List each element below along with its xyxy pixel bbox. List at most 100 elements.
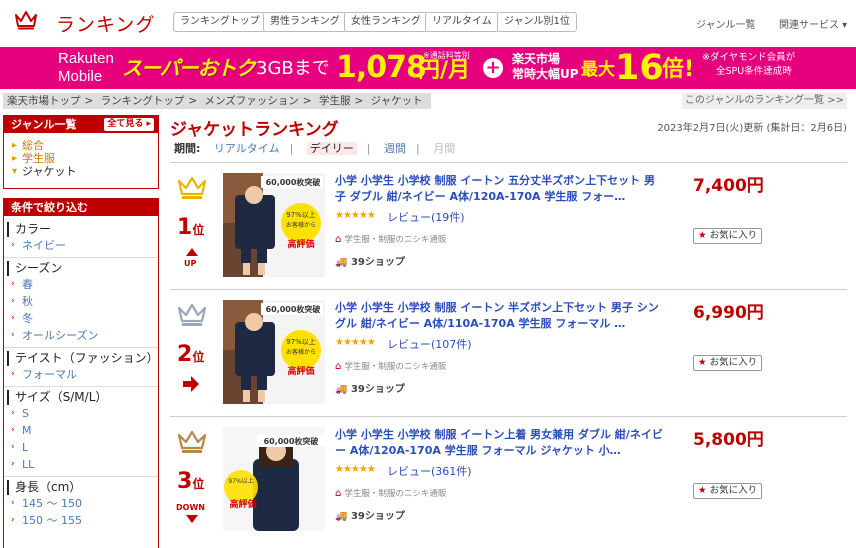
favorite-button[interactable]: ★ お気に入り [693, 355, 763, 371]
svg-text:97%以上: 97%以上 [286, 337, 316, 346]
product-image[interactable]: 97%以上 お客様から 高評価 60,000枚突破 [223, 300, 325, 404]
crumb-rakuten-top[interactable]: 楽天市場トップ [7, 95, 81, 107]
shop-home-icon: ⌂ [335, 488, 342, 499]
review-link[interactable]: レビュー(19件) [387, 209, 465, 225]
price: 6,990円 [693, 303, 764, 323]
filter-option[interactable]: › 春 [4, 276, 158, 293]
filter-option[interactable]: › M [4, 422, 158, 439]
period-daily: デイリー [306, 142, 357, 155]
favorite-button[interactable]: ★ お気に入り [693, 228, 763, 244]
filter-panel-header: 条件で絞り込む [4, 199, 158, 216]
star-rating: ★★★★★ [335, 210, 376, 221]
rank-move: UP [184, 259, 197, 268]
genre-item-school-uniform[interactable]: ▸ 学生服 [4, 152, 158, 165]
product-image[interactable]: 60,000枚突破 97%以上 高評価 [223, 427, 325, 531]
shipping-39shop: 🚚 39ショップ [335, 511, 405, 522]
filter-option[interactable]: › 秋 [4, 293, 158, 310]
arrow-right-icon: › [11, 330, 15, 340]
period-sep: | [366, 142, 371, 155]
review-link[interactable]: レビュー(361件) [387, 463, 472, 479]
period-realtime[interactable]: リアルタイム [214, 142, 280, 155]
filter-title: サイズ（S/M/L） [7, 390, 158, 405]
promo-banner[interactable]: Rakuten Mobile スーパーおトク 3GBまで ※通話料等別 1,07… [0, 47, 856, 89]
crumb-ranking-top[interactable]: ランキングトップ [101, 95, 185, 107]
svg-text:お客様から: お客様から [286, 221, 316, 229]
svg-text:高評価: 高評価 [287, 365, 314, 377]
arrow-right-icon: › [11, 240, 15, 250]
filter-taste: テイスト（ファッション） › フォーマル [4, 347, 159, 383]
filter-option[interactable]: › フォーマル [4, 366, 158, 383]
period-weekly[interactable]: 週間 [384, 142, 406, 155]
tab-genre-first[interactable]: ジャンル別1位 [497, 12, 577, 32]
filter-title: 身長（cm） [7, 480, 158, 495]
star-icon: ★ [698, 485, 707, 496]
ranking-item-3: 3位 DOWN 60,000枚突破 97%以上 高評価 小学 小学生 小学校 制… [170, 417, 847, 537]
tab-ranking-top[interactable]: ランキングトップ [173, 12, 267, 32]
filter-option[interactable]: › オールシーズン [4, 327, 158, 344]
favorite-button[interactable]: ★ お気に入り [693, 483, 763, 499]
related-services-link[interactable]: 関連サービス ▾ [779, 16, 847, 31]
shop-name[interactable]: ⌂ 学生服・制服のニシキ通販 [335, 233, 446, 245]
arrow-right-icon: › [11, 425, 15, 435]
svg-text:高評価: 高評価 [229, 498, 256, 510]
tab-realtime[interactable]: リアルタイム [425, 12, 499, 32]
bullet-down-icon: ▾ [12, 166, 18, 177]
banner-super-otoku: スーパーおトク [122, 56, 256, 80]
period-monthly: 月間 [433, 142, 456, 155]
product-title-link[interactable]: 小学 小学生 小学校 制服 イートン 半ズボン上下セット 男子 シングル 紺/ネ… [335, 300, 665, 332]
banner-bai: 倍! [662, 57, 695, 82]
genre-list-link[interactable]: ジャンル一覧 [696, 16, 756, 31]
shipping-39shop: 🚚 39ショップ [335, 384, 405, 395]
crumb-mens-fashion[interactable]: メンズファッション [205, 95, 299, 107]
arrow-right-icon: › [11, 498, 15, 508]
genre-item-overall[interactable]: ▸ 総合 [4, 139, 158, 152]
see-all-button[interactable]: 全て見る ▸ [104, 118, 154, 131]
crumb-sep: > [188, 95, 198, 107]
product-title-link[interactable]: 小学 小学生 小学校 制服 イートン 五分丈半ズボン上下セット 男子 ダブル 紺… [335, 173, 665, 205]
updated-date: 2023年2月7日(火)更新 (集計日：2月6日) [657, 123, 847, 134]
arrow-right-icon: › [11, 313, 15, 323]
filter-option[interactable]: › 145 ～ 150 [4, 495, 158, 512]
filter-option[interactable]: › S [4, 405, 158, 422]
filter-height: 身長（cm） › 145 ～ 150 › 150 ～ 155 [4, 476, 158, 529]
shop-name[interactable]: ⌂ 学生服・制服のニシキ通販 [335, 487, 446, 499]
review-link[interactable]: レビュー(107件) [387, 336, 472, 352]
truck-icon: 🚚 [335, 384, 348, 395]
crumb-sep: > [302, 95, 312, 107]
product-title-link[interactable]: 小学 小学生 小学校 制服 イートン上着 男女兼用 ダブル 紺/ネイビー A体/… [335, 427, 665, 459]
banner-up: 常時大幅UP [512, 67, 579, 81]
filter-option[interactable]: › 150 ～ 155 [4, 512, 158, 529]
arrow-right-icon: › [11, 515, 15, 525]
banner-price: 1,078 [336, 50, 427, 85]
arrow-right-icon: › [11, 296, 15, 306]
product-photo: 97%以上 お客様から 高評価 60,000枚突破 [223, 300, 325, 404]
filter-option[interactable]: › L [4, 439, 158, 456]
price: 5,800円 [693, 430, 764, 450]
filter-option[interactable]: › ネイビー [4, 237, 158, 254]
filter-option[interactable]: › LL [4, 456, 158, 473]
crown-logo-icon[interactable] [14, 9, 38, 31]
filter-option[interactable]: › 冬 [4, 310, 158, 327]
ranking-logo-text[interactable]: ランキング [56, 10, 155, 37]
tab-male-ranking[interactable]: 男性ランキング [263, 12, 347, 32]
genre-panel: ジャンル一覧 全て見る ▸ ▸ 総合 ▸ 学生服 ▾ ジャケット [3, 115, 159, 189]
tab-female-ranking[interactable]: 女性ランキング [344, 12, 428, 32]
stay-arrow-icon [183, 376, 199, 392]
period-sep: | [416, 142, 420, 155]
product-image[interactable]: 97%以上 お客様から 高評価 60,000枚突破 [223, 173, 325, 277]
crumb-school-uniform[interactable]: 学生服 [319, 95, 351, 107]
banner-plus-icon: + [483, 58, 503, 78]
rank-move: DOWN [176, 503, 205, 512]
genre-ranking-list-link[interactable]: このジャンルのランキング一覧 >> [681, 93, 847, 109]
breadcrumb: 楽天市場トップ > ランキングトップ > メンズファッション > 学生服 > ジャケット [3, 93, 431, 109]
filter-title: カラー [7, 222, 158, 237]
shop-name[interactable]: ⌂ 学生服・制服のニシキ通販 [335, 360, 446, 372]
banner-note-diamond: ※ダイヤモンド会員が [702, 52, 796, 63]
banner-3gb: 3GBまで [256, 58, 330, 79]
truck-icon: 🚚 [335, 511, 348, 522]
period-selector: 期間: リアルタイム | デイリー | 週間 | 月間 [174, 140, 465, 156]
rank-number: 1位 [177, 215, 205, 240]
filter-color: カラー › ネイビー [4, 219, 158, 254]
genre-item-jacket: ▾ ジャケット [12, 165, 77, 178]
banner-ichiba: 楽天市場 [512, 52, 561, 66]
